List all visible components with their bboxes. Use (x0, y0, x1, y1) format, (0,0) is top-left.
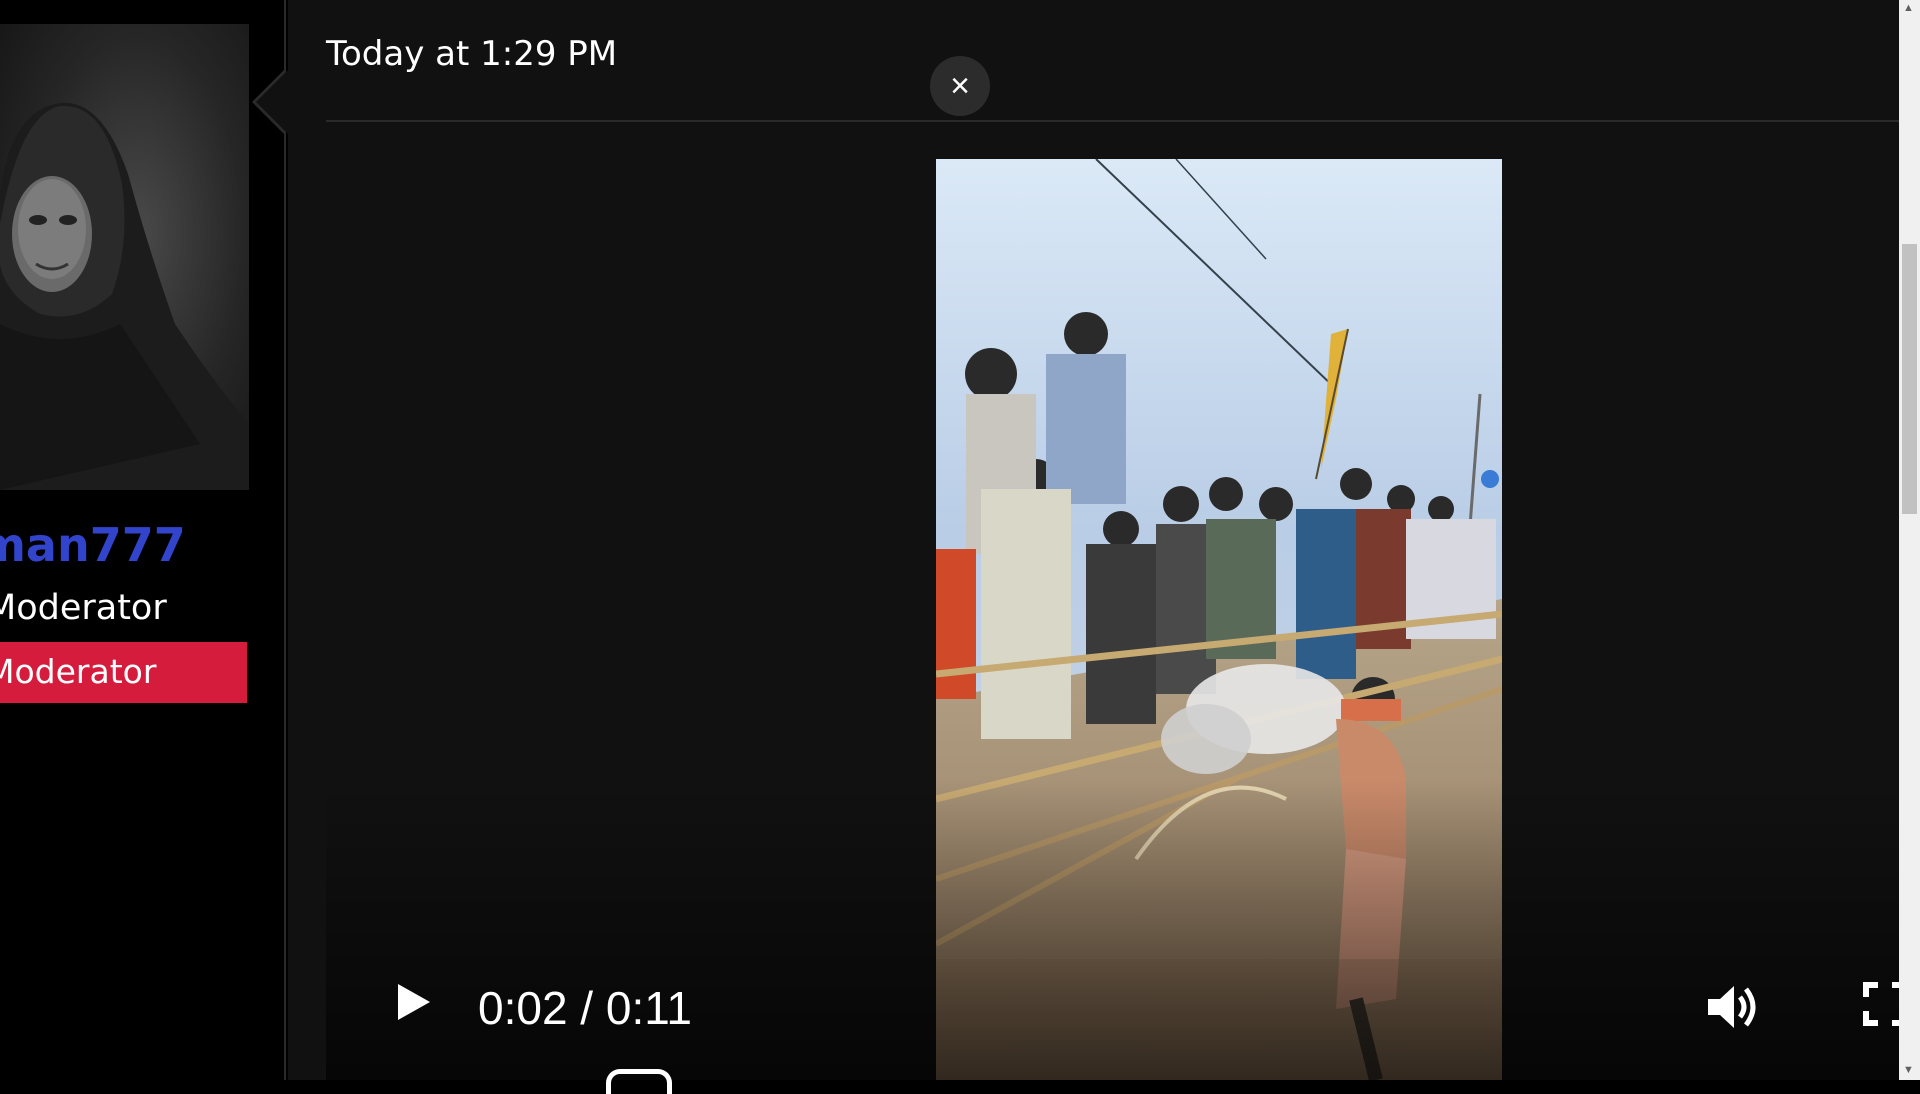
scrollbar-thumb[interactable] (1902, 244, 1917, 514)
avatar[interactable] (0, 24, 249, 490)
role-badge-label: Moderator (0, 652, 157, 691)
controls-overlay (326, 780, 1899, 1080)
volume-button[interactable] (1702, 979, 1762, 1035)
play-button[interactable] (386, 977, 436, 1027)
message-timestamp: Today at 1:29 PM (326, 34, 618, 74)
header-divider (326, 120, 1899, 122)
video-time: 0:02 / 0:11 (478, 982, 692, 1034)
captions-icon[interactable] (606, 1069, 672, 1094)
role-badge: Moderator (0, 642, 247, 703)
user-sidebar: man777 Moderator Moderator (0, 0, 286, 1080)
page-scrollbar[interactable]: ▲ ▼ (1899, 0, 1920, 1080)
volume-icon (1708, 986, 1756, 1028)
close-lightbox-button[interactable]: × (930, 56, 990, 116)
user-role-title: Moderator (0, 588, 167, 628)
play-icon (398, 984, 430, 1020)
scroll-down-icon[interactable]: ▼ (1903, 1064, 1914, 1076)
message-pointer-fill (256, 70, 288, 134)
scroll-up-icon[interactable]: ▲ (1903, 2, 1914, 14)
close-icon: × (950, 66, 970, 105)
video-player[interactable]: 0:02 / 0:11 (326, 159, 1907, 1094)
username[interactable]: man777 (0, 518, 186, 572)
